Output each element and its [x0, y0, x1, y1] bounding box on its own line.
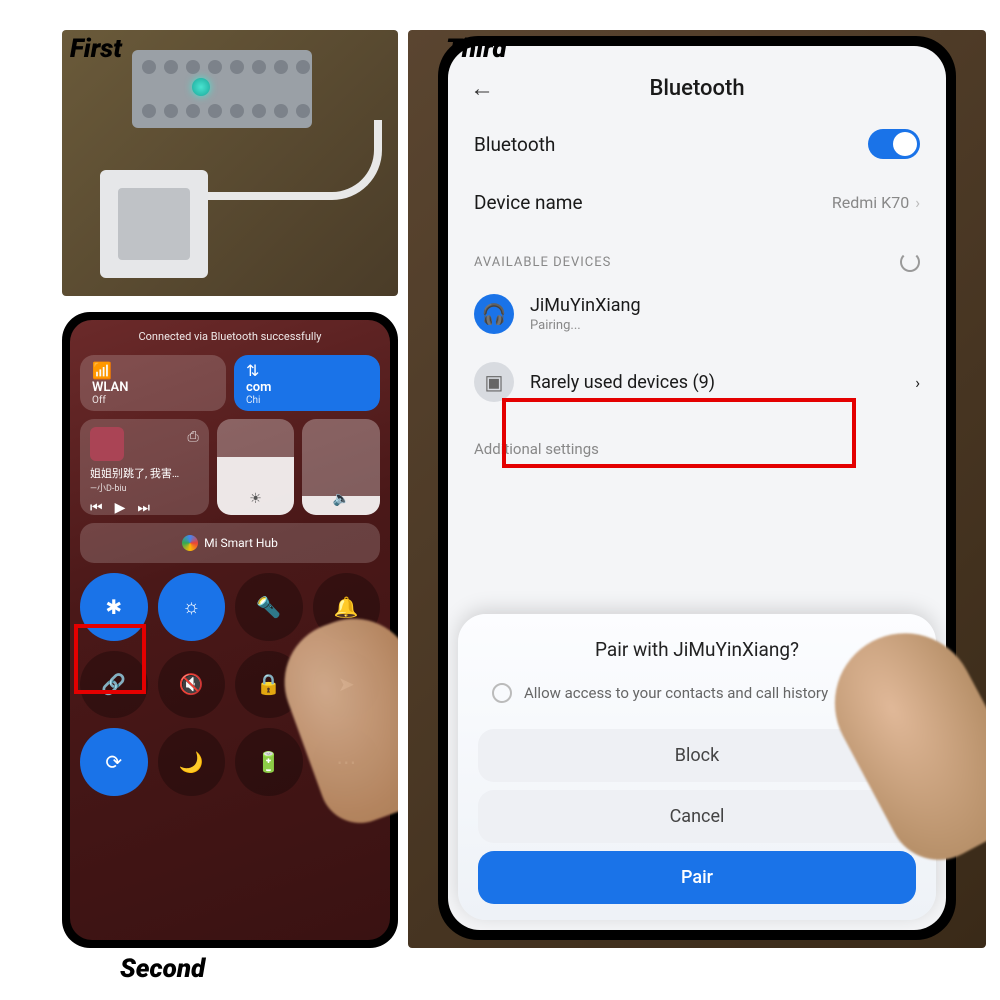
bluetooth-toggle[interactable]: ✱ — [80, 573, 148, 641]
wlan-status: Off — [92, 395, 106, 406]
hardware-photo — [62, 30, 398, 296]
auto-brightness-icon: ☼ — [182, 594, 200, 619]
auto-brightness-toggle[interactable]: ☼ — [158, 573, 226, 641]
mobile-data-tile[interactable]: ⇅ com Chi — [234, 355, 380, 411]
chevron-right-icon: › — [915, 373, 920, 392]
phone-screen: ← Bluetooth Bluetooth Device name Redmi … — [448, 46, 946, 930]
mute-toggle[interactable]: 🔇 — [158, 651, 226, 719]
bluetooth-connected-toast: Connected via Bluetooth successfully — [80, 330, 380, 343]
data-carrier: Chi — [246, 395, 260, 406]
data-icon: ⇅ — [246, 361, 259, 380]
device-name-value: Redmi K70 — [832, 193, 909, 212]
device-name: JiMuYinXiang — [530, 295, 641, 316]
lock-icon: 🔒 — [256, 672, 281, 696]
next-icon[interactable]: ⏭ — [137, 500, 150, 516]
cancel-button[interactable]: Cancel — [478, 790, 916, 843]
prev-icon[interactable]: ⏮ — [90, 500, 103, 516]
link-icon: 🔗 — [101, 672, 126, 696]
mi-smart-hub-tile[interactable]: Mi Smart Hub — [80, 523, 380, 563]
control-center-photo: Connected via Bluetooth successfully 📶 W… — [62, 312, 398, 948]
flashlight-toggle[interactable]: 🔦 — [235, 573, 303, 641]
available-devices-label: AVAILABLE DEVICES — [474, 255, 611, 270]
album-art — [90, 427, 124, 461]
rarely-used-row[interactable]: ▣ Rarely used devices (9) › — [448, 348, 946, 416]
dnd-toggle[interactable]: 🌙 — [158, 728, 226, 796]
device-jimuyinxiang[interactable]: 🎧 JiMuYinXiang Pairing... — [448, 280, 946, 348]
checkbox[interactable] — [492, 683, 512, 703]
device-status: Pairing... — [530, 318, 641, 333]
chevron-right-icon: › — [915, 193, 920, 212]
phone-frame: ← Bluetooth Bluetooth Device name Redmi … — [438, 36, 956, 940]
page-title: Bluetooth — [470, 76, 924, 101]
media-title: 姐姐别跳了, 我害… — [90, 465, 199, 481]
bluetooth-icon: ✱ — [105, 595, 122, 619]
controller-board — [132, 50, 312, 128]
play-icon[interactable]: ▶ — [115, 500, 126, 516]
bluetooth-label: Bluetooth — [474, 133, 868, 156]
device-name-label: Device name — [474, 191, 832, 214]
rotate-icon: ⟳ — [105, 750, 122, 774]
bluetooth-master-row[interactable]: Bluetooth — [448, 113, 946, 175]
cast-icon[interactable]: ⎙ — [188, 429, 199, 445]
devices-icon: ▣ — [474, 362, 514, 402]
scanning-spinner-icon — [900, 252, 920, 272]
media-artist: —小D-biu — [90, 481, 199, 494]
wifi-icon: 📶 — [92, 361, 112, 380]
bell-icon: 🔔 — [334, 595, 359, 619]
step-label-first: First — [70, 34, 122, 64]
step-label-third: Third — [446, 34, 507, 64]
wlan-tile[interactable]: 📶 WLAN Off — [80, 355, 226, 411]
power-led — [192, 78, 210, 96]
additional-settings-label: Additional settings — [448, 416, 946, 466]
battery-icon: 🔋 — [256, 750, 281, 774]
contacts-access-label: Allow access to your contacts and call h… — [524, 684, 828, 702]
media-player-tile[interactable]: ⎙ 姐姐别跳了, 我害… —小D-biu ⏮ ▶ ⏭ — [80, 419, 209, 515]
rotate-lock-toggle[interactable]: ⟳ — [80, 728, 148, 796]
volume-slider[interactable]: 🔈 — [302, 419, 380, 515]
bluetooth-settings-photo: ← Bluetooth Bluetooth Device name Redmi … — [408, 30, 986, 948]
wlan-label: WLAN — [92, 380, 128, 395]
moon-icon: 🌙 — [179, 750, 204, 774]
mute-icon: 🔇 — [179, 672, 204, 696]
bluetooth-switch[interactable] — [868, 129, 920, 159]
rarely-used-label: Rarely used devices (9) — [530, 372, 715, 393]
headphones-icon: 🎧 — [474, 294, 514, 334]
device-name-row[interactable]: Device name Redmi K70 › — [448, 175, 946, 230]
flashlight-icon: 🔦 — [256, 595, 281, 619]
volume-icon: 🔈 — [332, 491, 349, 507]
assistant-icon — [182, 535, 198, 551]
pair-button[interactable]: Pair — [478, 851, 916, 904]
speaker-block — [100, 170, 208, 278]
sun-icon: ☀ — [249, 491, 262, 507]
battery-toggle[interactable]: 🔋 — [235, 728, 303, 796]
available-devices-header: AVAILABLE DEVICES — [448, 230, 946, 280]
step-label-second: Second — [120, 954, 205, 984]
hub-label: Mi Smart Hub — [204, 536, 278, 550]
link-toggle[interactable]: 🔗 — [80, 651, 148, 719]
data-label: com — [246, 380, 271, 395]
brightness-slider[interactable]: ☀ — [217, 419, 295, 515]
